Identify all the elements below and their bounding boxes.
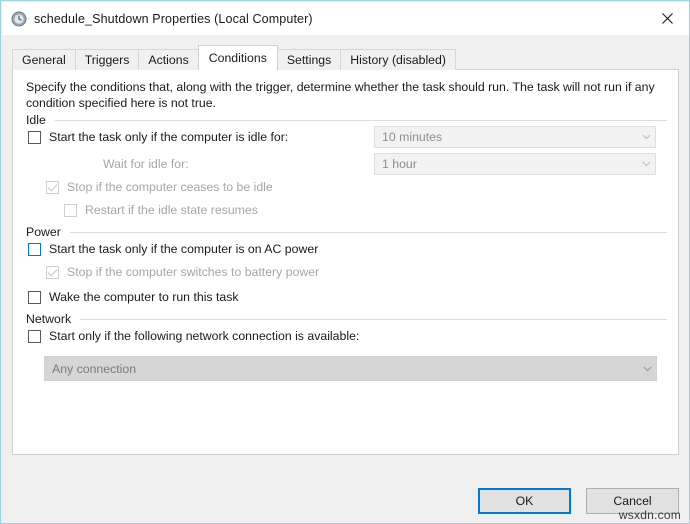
- properties-dialog-window: schedule_Shutdown Properties (Local Comp…: [0, 0, 690, 524]
- window-title: schedule_Shutdown Properties (Local Comp…: [34, 11, 313, 26]
- checkbox-row-stop-if-ceases-idle: Stop if the computer ceases to be idle: [46, 180, 273, 194]
- combo-network-connection[interactable]: Any connection: [44, 356, 657, 381]
- checkbox-start-if-ac-power[interactable]: [28, 242, 41, 256]
- tab-conditions[interactable]: Conditions: [197, 45, 278, 70]
- checkbox-start-if-idle[interactable]: [28, 130, 41, 144]
- tab-settings[interactable]: Settings: [276, 49, 342, 70]
- label-start-if-idle: Start the task only if the computer is i…: [49, 130, 289, 144]
- label-wait-for-idle: Wait for idle for:: [103, 157, 189, 171]
- combo-idle-duration[interactable]: 10 minutes: [374, 126, 656, 148]
- checkbox-row-start-if-network[interactable]: Start only if the following network conn…: [28, 329, 359, 343]
- tab-history[interactable]: History (disabled): [340, 49, 456, 70]
- combo-wait-for-idle-value: 1 hour: [382, 157, 417, 171]
- watermark: wsxdn.com: [618, 508, 681, 522]
- checkbox-row-start-if-ac-power[interactable]: Start the task only if the computer is o…: [28, 242, 318, 256]
- group-label-network: Network: [26, 312, 72, 326]
- tab-actions[interactable]: Actions: [138, 49, 199, 70]
- checkbox-row-restart-if-idle-resumes: Restart if the idle state resumes: [64, 203, 258, 217]
- group-rule-network: [80, 318, 667, 320]
- label-restart-if-idle-resumes: Restart if the idle state resumes: [85, 203, 258, 217]
- checkbox-row-start-if-idle[interactable]: Start the task only if the computer is i…: [28, 130, 288, 144]
- ok-button[interactable]: OK: [478, 488, 571, 514]
- group-label-idle: Idle: [26, 113, 46, 127]
- checkbox-stop-if-ceases-idle: [46, 180, 59, 194]
- label-wake-computer: Wake the computer to run this task: [49, 290, 239, 304]
- title-bar: schedule_Shutdown Properties (Local Comp…: [2, 2, 689, 35]
- tab-strip: General Triggers Actions Conditions Sett…: [12, 45, 679, 70]
- group-header-network: Network: [26, 312, 667, 326]
- label-stop-if-battery: Stop if the computer switches to battery…: [67, 265, 320, 279]
- label-stop-if-ceases-idle: Stop if the computer ceases to be idle: [67, 180, 273, 194]
- tab-general[interactable]: General: [12, 49, 76, 70]
- checkbox-stop-if-battery: [46, 265, 59, 279]
- combo-idle-duration-value: 10 minutes: [382, 130, 443, 144]
- checkbox-start-if-network[interactable]: [28, 329, 41, 343]
- group-header-idle: Idle: [26, 113, 667, 127]
- close-icon[interactable]: [645, 2, 689, 35]
- tab-triggers[interactable]: Triggers: [74, 49, 140, 70]
- checkbox-row-wake-computer[interactable]: Wake the computer to run this task: [28, 290, 239, 304]
- chevron-down-icon: [638, 366, 656, 372]
- conditions-tab-panel: Specify the conditions that, along with …: [12, 69, 679, 455]
- conditions-description: Specify the conditions that, along with …: [26, 80, 655, 110]
- group-rule-idle: [54, 119, 667, 121]
- combo-wait-for-idle[interactable]: 1 hour: [374, 153, 656, 175]
- group-header-power: Power: [26, 225, 667, 239]
- checkbox-restart-if-idle-resumes: [64, 203, 77, 217]
- group-rule-power: [69, 231, 667, 233]
- combo-network-connection-value: Any connection: [52, 361, 137, 376]
- label-start-if-network: Start only if the following network conn…: [49, 329, 360, 343]
- group-label-power: Power: [26, 225, 61, 239]
- checkbox-wake-computer[interactable]: [28, 290, 41, 304]
- checkbox-row-stop-if-battery: Stop if the computer switches to battery…: [46, 265, 319, 279]
- window-controls: [645, 2, 689, 35]
- chevron-down-icon: [637, 161, 655, 167]
- clock-icon: [11, 11, 27, 27]
- label-start-if-ac-power: Start the task only if the computer is o…: [49, 242, 319, 256]
- chevron-down-icon: [637, 134, 655, 140]
